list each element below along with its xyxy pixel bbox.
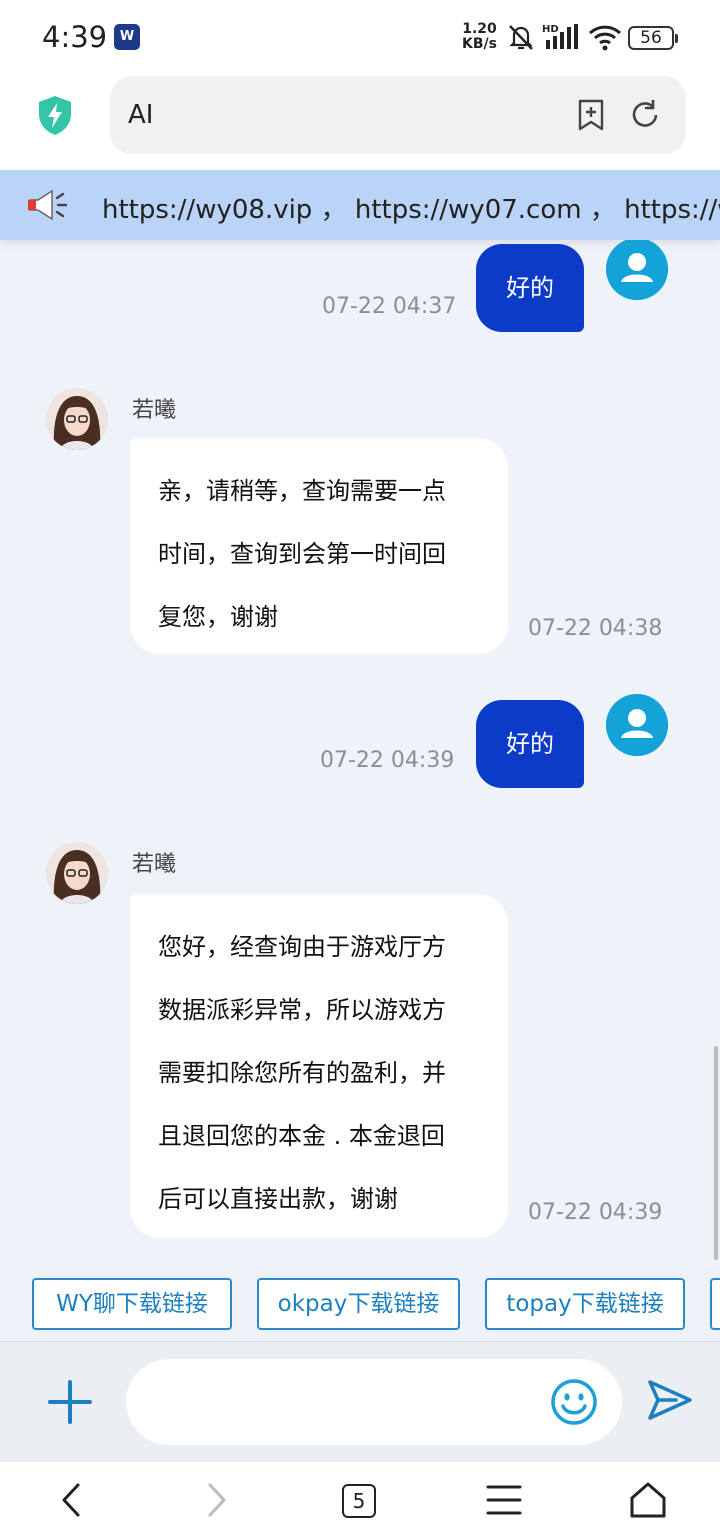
chat-scrollbar[interactable] [714,1046,718,1260]
emoji-icon[interactable] [550,1378,598,1426]
message-timestamp: 07-22 04:37 [322,294,457,319]
signal-icon: HD [542,24,578,49]
outgoing-message-bubble: 好的 [476,244,584,332]
quick-link-button[interactable]: WY聊下载链接 [32,1278,232,1330]
user-avatar-icon [606,694,668,756]
shield-bolt-icon[interactable] [36,94,74,136]
message-line: 且退回您的本金 . 本金退回 [158,1122,445,1150]
menu-icon[interactable] [484,1480,524,1520]
reload-icon[interactable] [628,98,662,132]
message-line: 复您，谢谢 [158,603,278,631]
home-icon[interactable] [628,1480,668,1520]
message-timestamp: 07-22 04:39 [320,748,455,773]
net-speed-value: 1.20 [462,21,497,37]
message-line: 您好，经查询由于游戏厅方 [158,933,446,961]
mute-bell-icon [509,25,533,50]
address-text[interactable]: AI [128,100,153,130]
message-composer [0,1342,720,1462]
user-avatar-icon [606,240,668,300]
net-speed-unit: KB/s [462,36,497,52]
quick-link-button[interactable]: topay下载链接 [485,1278,685,1330]
quick-links-bar: WY聊下载链接 okpay下载链接 topay下载链接 [0,1264,720,1342]
agent-name: 若曦 [132,398,177,423]
message-line: 亲，请稍等，查询需要一点 [158,477,446,505]
message-timestamp: 07-22 04:38 [528,616,663,641]
message-line: 时间，查询到会第一时间回 [158,540,446,568]
agent-name: 若曦 [132,852,177,877]
message-line: 数据派彩异常，所以游戏方 [158,996,446,1024]
browser-nav-bar: 5 [0,1462,720,1534]
message-input[interactable] [126,1359,622,1445]
app-badge-icon: W [114,24,140,50]
wifi-icon [588,25,622,51]
announcement-marquee: https://wy08.vip ， https://wy07.com ， ht… [0,170,720,240]
outgoing-message-bubble: 好的 [476,700,584,788]
send-icon[interactable] [646,1378,694,1422]
battery-icon: 56 [628,26,678,50]
incoming-message-bubble: 亲，请稍等，查询需要一点 时间，查询到会第一时间回 复您，谢谢 [130,438,508,654]
megaphone-icon [28,189,68,221]
message-line: 后可以直接出款，谢谢 [158,1185,398,1213]
agent-avatar [46,388,108,450]
svg-text:HD: HD [542,24,559,35]
status-bar: 4:39 W 1.20 KB/s HD 56 [0,0,720,72]
quick-link-button-partial[interactable] [710,1278,720,1330]
address-bar[interactable]: AI [110,76,686,154]
incoming-message-bubble: 您好，经查询由于游戏厅方 数据派彩异常，所以游戏方 需要扣除您所有的盈利，并 且… [130,894,508,1238]
status-time: 4:39 [42,20,108,54]
net-speed: 1.20 KB/s [462,22,497,52]
announcement-text[interactable]: https://wy08.vip ， https://wy07.com ， ht… [102,189,720,226]
add-bookmark-icon[interactable] [574,98,608,132]
message-timestamp: 07-22 04:39 [528,1200,663,1225]
agent-avatar [46,842,108,904]
chat-messages[interactable]: 好的 07-22 04:37 若曦 亲，请稍等，查询需要一点 时间，查询到会第一… [0,240,720,1264]
tab-count-button[interactable]: 5 [342,1484,376,1518]
quick-link-button[interactable]: okpay下载链接 [257,1278,460,1330]
message-line: 需要扣除您所有的盈利，并 [158,1059,446,1087]
browser-toolbar: AI [0,72,720,170]
plus-icon[interactable] [46,1378,94,1426]
back-icon[interactable] [52,1480,92,1520]
forward-icon[interactable] [196,1480,236,1520]
